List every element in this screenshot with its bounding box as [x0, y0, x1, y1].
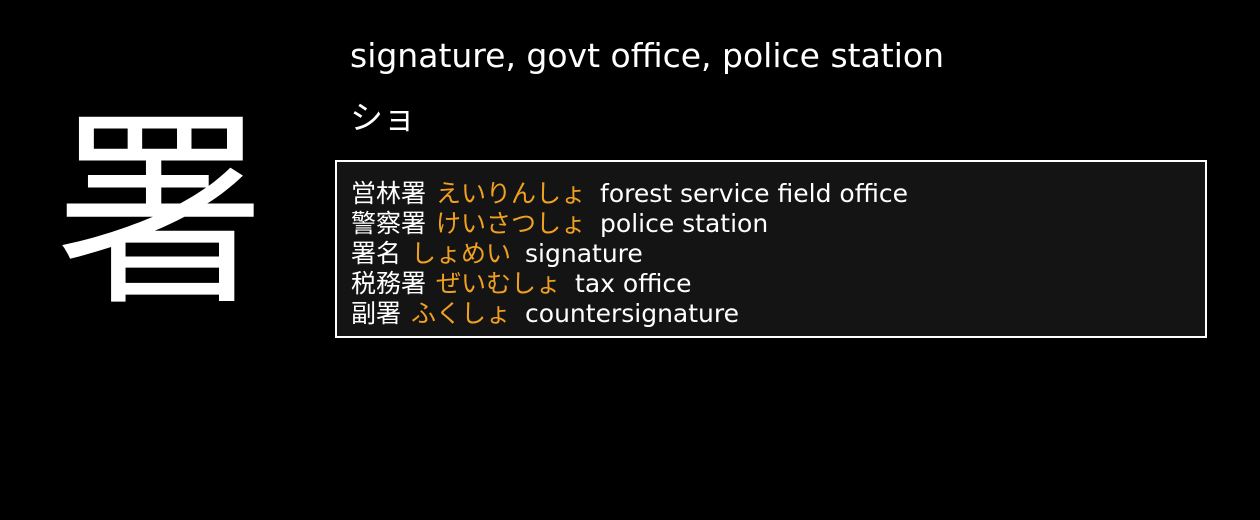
vocab-row: 営林署 えいりんしょ forest service field office [351, 179, 1191, 209]
vocab-gloss: police station [600, 209, 769, 238]
vocab-gloss: countersignature [525, 299, 739, 328]
vocab-row: 税務署 ぜいむしょ tax office [351, 269, 1191, 299]
vocab-gloss: forest service field office [600, 179, 908, 208]
vocab-word: 税務署 [351, 269, 427, 298]
vocab-reading: ふくしょ [411, 299, 512, 328]
vocab-word: 営林署 [351, 179, 427, 208]
kanji-character: 署 [55, 90, 266, 335]
vocab-row: 署名 しょめい signature [351, 239, 1191, 269]
vocab-word: 警察署 [351, 209, 427, 238]
vocab-word: 署名 [351, 239, 402, 268]
vocab-reading: けいさつしょ [436, 209, 587, 238]
vocab-gloss: tax office [575, 269, 692, 298]
vocab-reading: しょめい [411, 239, 512, 268]
onyomi-reading: ショ [350, 98, 416, 137]
vocab-row: 副署 ふくしょ countersignature [351, 299, 1191, 329]
vocab-reading: えいりんしょ [436, 179, 587, 208]
vocab-gloss: signature [525, 239, 643, 268]
vocab-word: 副署 [351, 299, 402, 328]
kanji-meaning: signature, govt office, police station [350, 36, 945, 75]
vocabulary-list: 営林署 えいりんしょ forest service field office 警察署… [335, 160, 1207, 338]
vocab-row: 警察署 けいさつしょ police station [351, 209, 1191, 239]
vocab-reading: ぜいむしょ [436, 269, 562, 298]
